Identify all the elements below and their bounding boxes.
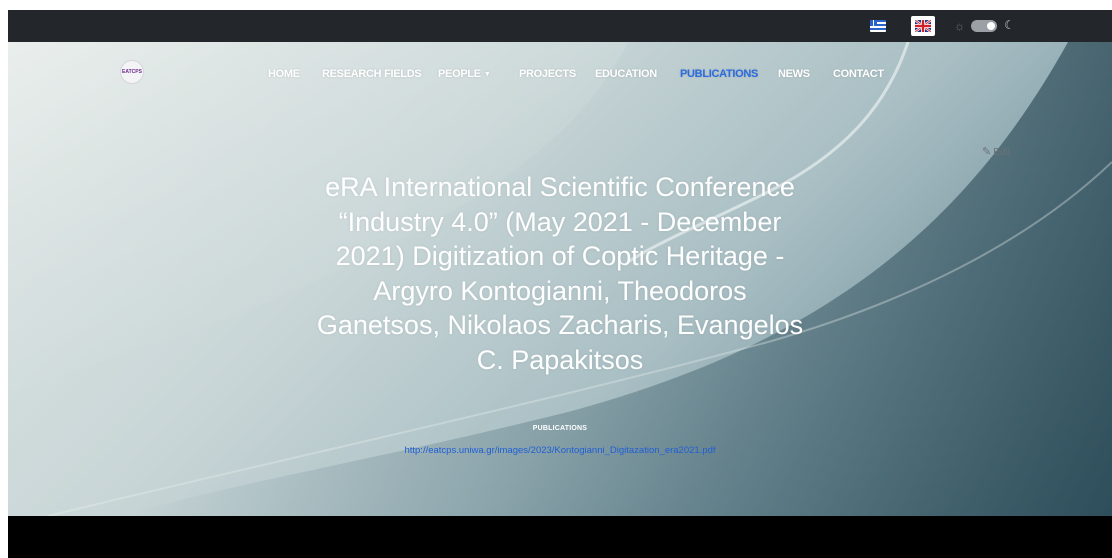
title-line: “Industry 4.0” (May 2021 - December — [338, 206, 782, 237]
title-line: C. Papakitsos — [476, 344, 644, 375]
theme-toggle[interactable] — [971, 20, 997, 32]
nav-contact[interactable]: CONTACT — [833, 67, 884, 81]
nav-news[interactable]: NEWS — [778, 67, 810, 81]
nav-publications[interactable]: PUBLICATIONS — [680, 67, 758, 81]
hero-banner: EATCPS LAB HOME RESEARCH FIELDS PEOPLE▼ … — [8, 42, 1112, 516]
nav-research-fields[interactable]: RESEARCH FIELDS — [322, 67, 422, 81]
uk-flag-icon — [915, 20, 931, 32]
nav-people[interactable]: PEOPLE ▼ — [438, 67, 491, 82]
edit-button[interactable]: ✎ Edit — [982, 145, 1010, 158]
toggle-knob — [987, 22, 995, 30]
main-nav: HOME RESEARCH FIELDS PEOPLE ▼ PROJECTS ED… — [8, 67, 1112, 83]
chevron-down-icon: ▼ — [483, 71, 491, 78]
nav-home[interactable]: HOME — [268, 67, 300, 81]
nav-education[interactable]: EDUCATION — [595, 67, 657, 81]
moon-icon: ☾ — [1004, 18, 1015, 32]
pdf-link[interactable]: http://eatcps.uniwa.gr/images/2023/Konto… — [8, 445, 1112, 456]
title-line: Argyro Kontogianni, Theodoros — [373, 275, 747, 306]
article-category[interactable]: PUBLICATIONS — [8, 425, 1112, 432]
nav-projects[interactable]: PROJECTS — [519, 67, 576, 81]
title-line: eRA International Scientific Conference — [325, 172, 795, 202]
title-line: 2021) Digitization of Coptic Heritage - — [335, 241, 785, 271]
edit-icon: ✎ — [982, 146, 992, 158]
language-en-button[interactable] — [911, 16, 935, 36]
nav-people-label: PEOPLE — [438, 68, 481, 80]
sun-icon: ☼ — [954, 19, 965, 33]
footer — [8, 516, 1112, 558]
article-title: eRA International Scientific Conference … — [260, 170, 860, 377]
edit-label: Edit — [993, 147, 1011, 158]
page: ☼ ☾ EATCPS LAB HOME — [8, 10, 1112, 558]
title-line: Ganetsos, Nikolaos Zacharis, Evangelos — [316, 310, 804, 340]
top-bar: ☼ ☾ — [8, 10, 1112, 42]
greek-flag-icon[interactable] — [870, 20, 886, 32]
